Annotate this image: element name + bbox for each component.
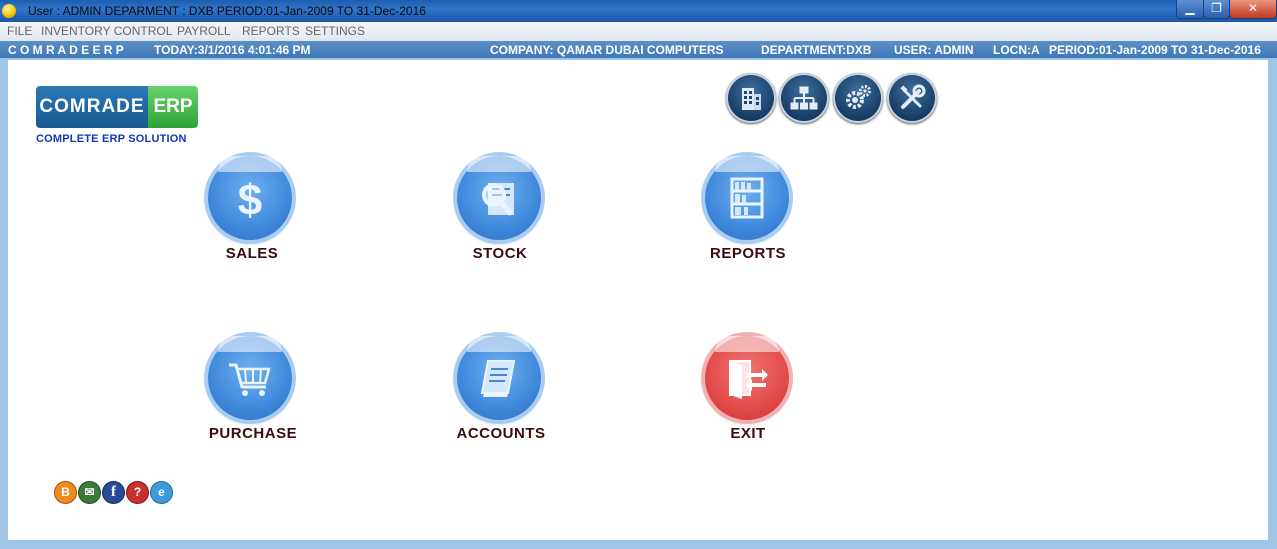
exit-label[interactable]: EXIT xyxy=(696,425,800,442)
status-department: DEPARTMENT:DXB xyxy=(761,43,872,57)
logo-comrade: COMRADE xyxy=(36,86,148,128)
app-icon[interactable] xyxy=(2,4,16,18)
window-title: User : ADMIN DEPARMENT : DXB PERIOD:01-J… xyxy=(28,4,426,18)
close-button[interactable]: ✕ xyxy=(1229,0,1277,19)
exit-button[interactable] xyxy=(705,336,789,420)
reports-button[interactable] xyxy=(705,156,789,240)
stock-label[interactable]: STOCK xyxy=(448,245,552,262)
email-icon[interactable]: ✉ xyxy=(78,481,101,504)
blogger-icon[interactable]: B xyxy=(54,481,77,504)
shopping-cart-icon xyxy=(229,363,271,396)
bookshelf-icon xyxy=(730,177,764,219)
accounts-button[interactable] xyxy=(457,336,541,420)
status-period: PERIOD:01-Jan-2009 TO 31-Dec-2016 xyxy=(1049,43,1261,57)
sales-button[interactable]: $ xyxy=(208,156,292,240)
menu-bar: FILE INVENTORY CONTROL PAYROLL REPORTS S… xyxy=(0,22,1277,41)
status-today: TODAY:3/1/2016 4:01:46 PM xyxy=(154,43,311,57)
status-company: COMPANY: QAMAR DUBAI COMPUTERS xyxy=(490,43,724,57)
ledger-book-icon xyxy=(480,360,516,397)
menu-file[interactable]: FILE xyxy=(7,24,32,38)
menu-payroll[interactable]: PAYROLL xyxy=(177,24,231,38)
minimize-button[interactable]: ▁ xyxy=(1176,0,1204,19)
tools-icon[interactable] xyxy=(887,73,937,123)
org-chart-icon[interactable] xyxy=(779,73,829,123)
stock-search-icon xyxy=(482,183,514,216)
logo-tagline: COMPLETE ERP SOLUTION xyxy=(36,133,187,145)
svg-text:$: $ xyxy=(238,176,262,223)
status-user: USER: ADMIN xyxy=(894,43,974,57)
help-icon[interactable]: ? xyxy=(126,481,149,504)
building-icon[interactable] xyxy=(726,73,776,123)
logo-erp: ERP xyxy=(148,86,198,128)
menu-inventory-control[interactable]: INVENTORY CONTROL xyxy=(41,24,172,38)
title-bar: User : ADMIN DEPARMENT : DXB PERIOD:01-J… xyxy=(0,0,1277,22)
status-location: LOCN:A xyxy=(993,43,1040,57)
menu-settings[interactable]: SETTINGS xyxy=(305,24,365,38)
maximize-button[interactable]: ❐ xyxy=(1203,0,1230,19)
comrade-erp-logo: COMRADE ERP xyxy=(36,86,198,128)
web-icon[interactable]: e xyxy=(150,481,173,504)
menu-reports[interactable]: REPORTS xyxy=(242,24,300,38)
purchase-label[interactable]: PURCHASE xyxy=(196,425,310,442)
exit-door-icon xyxy=(729,360,768,399)
main-panel xyxy=(8,60,1268,540)
stock-button[interactable] xyxy=(457,156,541,240)
facebook-icon[interactable]: f xyxy=(102,481,125,504)
accounts-label[interactable]: ACCOUNTS xyxy=(444,425,558,442)
purchase-button[interactable] xyxy=(208,336,292,420)
status-bar: C O M R A D E E R P TODAY:3/1/2016 4:01:… xyxy=(0,41,1277,58)
reports-label[interactable]: REPORTS xyxy=(696,245,800,262)
status-brand: C O M R A D E E R P xyxy=(8,43,124,57)
dollar-icon: $ xyxy=(238,176,262,223)
sales-label[interactable]: SALES xyxy=(200,245,304,262)
gears-icon[interactable] xyxy=(833,73,883,123)
